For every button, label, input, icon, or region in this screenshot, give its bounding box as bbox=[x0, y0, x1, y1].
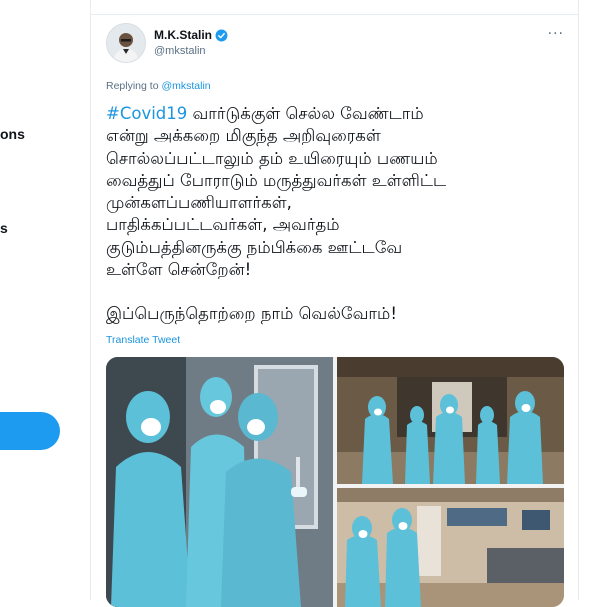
avatar[interactable] bbox=[106, 23, 146, 63]
avatar-image bbox=[107, 24, 145, 62]
left-sidebar: ons s bbox=[0, 0, 90, 600]
tweet-line: குடும்பத்தினருக்கு நம்பிக்கை ஊட்டவே bbox=[106, 237, 403, 257]
replying-prefix: Replying to bbox=[106, 80, 159, 92]
tweet-line: வைத்துப் போராடும் மருத்துவர்கள் உள்ளிட்ட bbox=[106, 170, 447, 190]
verified-badge-icon bbox=[215, 29, 228, 41]
sidebar-item-label[interactable]: ons bbox=[0, 126, 25, 142]
author-row: M.K.Stalin bbox=[154, 28, 228, 42]
tweet-photo-2[interactable] bbox=[337, 357, 564, 484]
tweet-line: முன்களப்பணியாளர்கள், bbox=[106, 193, 292, 213]
tweet-line: பாதிக்கப்பட்டவர்கள், அவர்தம் bbox=[106, 215, 340, 235]
tweet-photo-1[interactable] bbox=[106, 357, 333, 607]
replying-to: Replying to @mkstalin bbox=[106, 80, 211, 92]
tweet-line-text: வார்டுக்குள் செல்ல வேண்டாம் bbox=[187, 104, 424, 123]
divider bbox=[91, 14, 578, 15]
sidebar-item-label[interactable]: s bbox=[0, 220, 8, 236]
translate-tweet-link[interactable]: Translate Tweet bbox=[106, 334, 180, 346]
replying-mention-link[interactable]: @mkstalin bbox=[161, 80, 210, 92]
tweet-closing-line: இப்பெருந்தொற்றை நாம் வெல்வோம்! bbox=[106, 304, 397, 324]
tweet-column: M.K.Stalin @mkstalin ··· Replying to @mk… bbox=[90, 0, 579, 607]
tweet-text: #Covid19 வார்டுக்குள் செல்ல வேண்டாம் என்… bbox=[106, 103, 566, 326]
tweet-media-grid bbox=[106, 357, 564, 607]
tweet-line: என்று அக்கறை மிகுந்த அறிவுரைகள் bbox=[106, 126, 381, 146]
author-handle[interactable]: @mkstalin bbox=[154, 45, 206, 57]
tweet-line: உள்ளே சென்றேன்! bbox=[106, 260, 252, 280]
hashtag-link[interactable]: #Covid19 bbox=[106, 104, 187, 123]
author-name[interactable]: M.K.Stalin bbox=[154, 28, 212, 42]
more-options-icon[interactable]: ··· bbox=[548, 26, 564, 42]
tweet-photo-3[interactable] bbox=[337, 488, 564, 607]
tweet-line: சொல்லப்பட்டாலும் தம் உயிரையும் பணயம் bbox=[106, 148, 438, 168]
tweet-line: #Covid19 வார்டுக்குள் செல்ல வேண்டாம் bbox=[106, 103, 566, 125]
tweet-button[interactable] bbox=[0, 412, 60, 450]
